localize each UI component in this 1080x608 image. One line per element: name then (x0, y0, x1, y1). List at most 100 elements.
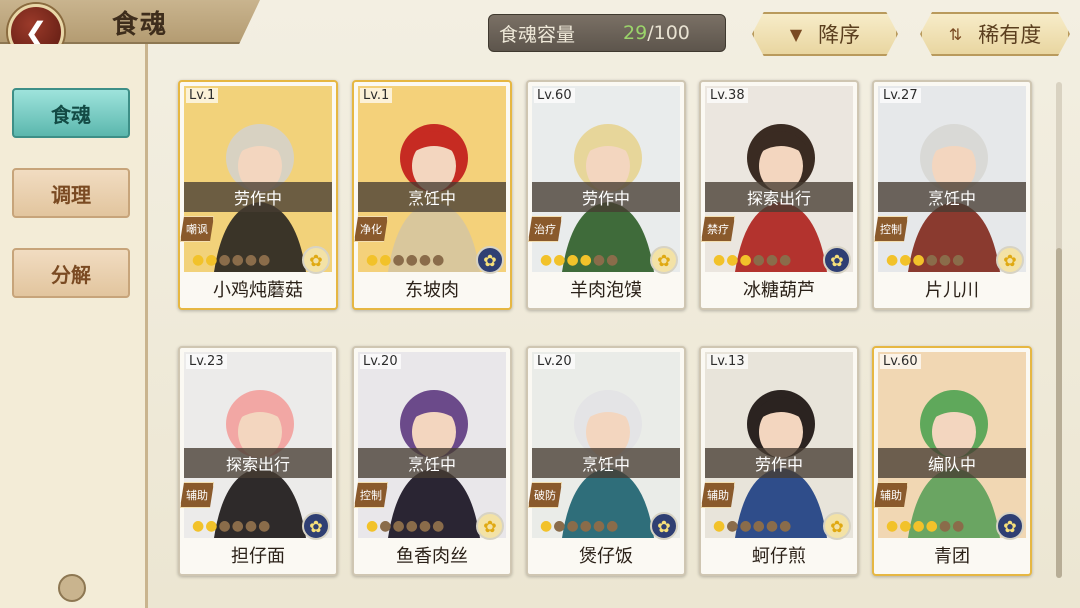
capacity-display: 食魂容量 29 / 100 (488, 14, 726, 52)
scrollbar-thumb[interactable] (1056, 248, 1062, 578)
page-title: 食魂 (112, 10, 169, 40)
foodsoul-card[interactable]: Lv.1 烹饪中 净化 ●●●●●● ✿ 东坡肉 (352, 80, 512, 310)
star-filled-icon: ● (205, 518, 219, 534)
character-art (184, 86, 332, 272)
status-banner: 烹饪中 (878, 182, 1026, 212)
level-label: Lv.20 (360, 354, 401, 369)
star-empty-icon: ● (925, 252, 939, 268)
star-empty-icon: ● (418, 518, 433, 534)
character-name: 东坡肉 (405, 280, 459, 301)
star-empty-icon: ● (592, 518, 607, 534)
star-filled-icon: ● (366, 518, 380, 534)
star-empty-icon: ● (258, 252, 272, 268)
sidebar-item-label: 食魂 (51, 102, 91, 127)
flower-icon: ✿ (476, 512, 504, 540)
level-label: Lv.60 (880, 354, 921, 369)
star-empty-icon: ● (231, 252, 245, 268)
foodsoul-card[interactable]: Lv.27 烹饪中 控制 ●●●●●● ✿ 片儿川 (872, 80, 1032, 310)
level-label: Lv.27 (880, 88, 921, 103)
app: ❮ 食魂 食魂容量 29 / 100 ▼ 降序 ⇅ 稀有度 食魂 调理 分解 L… (0, 0, 1080, 608)
foodsoul-card[interactable]: Lv.20 烹饪中 控制 ●●●●●● ✿ 鱼香肉丝 (352, 346, 512, 576)
sidebar-item-label: 调理 (51, 182, 91, 207)
sidebar-item-cook[interactable]: 调理 (12, 168, 130, 218)
capacity-label: 食魂容量 (499, 23, 576, 46)
star-filled-icon: ● (726, 252, 740, 268)
star-empty-icon: ● (405, 252, 419, 268)
foodsoul-card[interactable]: Lv.1 劳作中 嘲讽 ●●●●●● ✿ 小鸡炖蘑菇 (178, 80, 338, 310)
foodsoul-card[interactable]: Lv.38 探索出行 禁疗 ●●●●●● ✿ 冰糖葫芦 (699, 80, 859, 310)
level-label: Lv.1 (360, 88, 393, 103)
capacity-current: 29 (623, 22, 648, 44)
star-empty-icon: ● (258, 518, 272, 534)
star-empty-icon: ● (392, 252, 406, 268)
star-empty-icon: ● (218, 252, 232, 268)
star-empty-icon: ● (231, 518, 245, 534)
character-name: 片儿川 (925, 280, 979, 301)
star-empty-icon: ● (765, 252, 780, 268)
flower-icon: ✿ (650, 246, 678, 274)
rarity-filter-button[interactable]: ⇅ 稀有度 (920, 12, 1070, 56)
star-empty-icon: ● (952, 252, 966, 268)
level-label: Lv.20 (534, 354, 575, 369)
foodsoul-card[interactable]: Lv.60 劳作中 治疗 ●●●●●● ✿ 羊肉泡馍 (526, 80, 686, 310)
character-name: 蚵仔煎 (752, 546, 806, 567)
star-filled-icon: ● (925, 518, 939, 534)
status-banner: 编队中 (878, 448, 1026, 478)
status-banner: 劳作中 (184, 182, 332, 212)
foodsoul-card[interactable]: Lv.60 编队中 辅助 ●●●●●● ✿ 青团 (872, 346, 1032, 576)
flower-icon: ✿ (996, 512, 1024, 540)
star-empty-icon: ● (244, 518, 259, 534)
star-rating: ●●●●●● (713, 252, 792, 268)
level-label: Lv.13 (707, 354, 748, 369)
foodsoul-card[interactable]: Lv.20 烹饪中 破防 ●●●●●● ✿ 煲仔饭 (526, 346, 686, 576)
star-filled-icon: ● (899, 518, 913, 534)
role-badge: 控制 (874, 216, 908, 242)
role-badge: 嘲讽 (180, 216, 214, 242)
character-name: 煲仔饭 (579, 546, 633, 567)
flower-icon: ✿ (302, 512, 330, 540)
star-filled-icon: ● (899, 252, 913, 268)
star-filled-icon: ● (566, 252, 580, 268)
sidebar: 食魂 调理 分解 (0, 44, 148, 608)
character-portrait (878, 352, 1026, 538)
character-name: 担仔面 (231, 546, 285, 567)
sort-arrows-icon: ⇅ (948, 24, 963, 44)
scrollbar[interactable] (1056, 82, 1062, 578)
foodsoul-card[interactable]: Lv.23 探索出行 辅助 ●●●●●● ✿ 担仔面 (178, 346, 338, 576)
character-portrait (358, 86, 506, 272)
star-rating: ●●●●●● (366, 252, 445, 268)
status-banner: 探索出行 (184, 448, 332, 478)
star-empty-icon: ● (244, 252, 259, 268)
flower-icon: ✿ (996, 246, 1024, 274)
star-rating: ●●●●●● (540, 518, 619, 534)
flower-icon: ✿ (823, 246, 851, 274)
star-filled-icon: ● (540, 518, 554, 534)
star-empty-icon: ● (379, 518, 393, 534)
star-filled-icon: ● (912, 252, 926, 268)
triangle-down-icon: ▼ (789, 24, 803, 44)
star-empty-icon: ● (606, 518, 620, 534)
sidebar-item-foodsouls[interactable]: 食魂 (12, 88, 130, 138)
star-empty-icon: ● (726, 518, 740, 534)
star-filled-icon: ● (366, 252, 380, 268)
status-banner: 劳作中 (705, 448, 853, 478)
star-filled-icon: ● (713, 252, 727, 268)
star-empty-icon: ● (405, 518, 419, 534)
character-portrait (358, 352, 506, 538)
role-badge: 辅助 (180, 482, 214, 508)
star-filled-icon: ● (192, 518, 206, 534)
character-portrait (532, 86, 680, 272)
star-filled-icon: ● (739, 252, 753, 268)
character-art (878, 86, 1026, 272)
foodsoul-card[interactable]: Lv.13 劳作中 辅助 ●●●●●● ✿ 蚵仔煎 (699, 346, 859, 576)
role-badge: 破防 (528, 482, 562, 508)
star-empty-icon: ● (592, 252, 607, 268)
sort-order-button[interactable]: ▼ 降序 (752, 12, 898, 56)
star-filled-icon: ● (553, 252, 567, 268)
sidebar-item-decompose[interactable]: 分解 (12, 248, 130, 298)
character-name: 冰糖葫芦 (743, 280, 815, 301)
character-art (184, 352, 332, 538)
star-filled-icon: ● (912, 518, 926, 534)
character-art (705, 86, 853, 272)
character-art (532, 352, 680, 538)
